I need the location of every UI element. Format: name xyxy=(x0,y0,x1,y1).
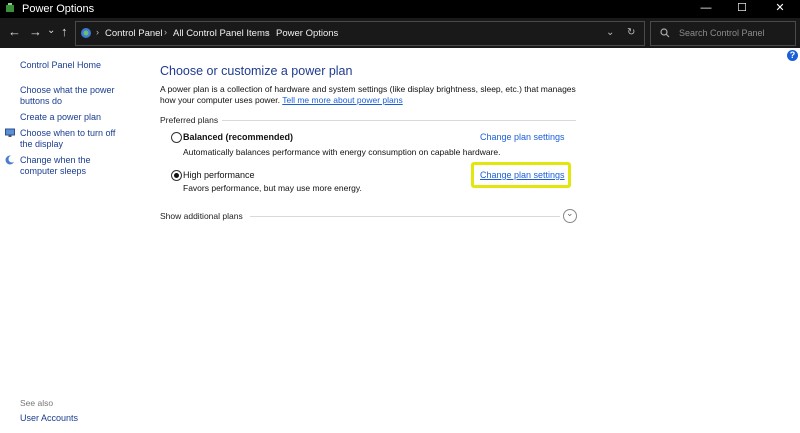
see-also-label: See also xyxy=(20,398,54,408)
computer-sleeps-link[interactable]: Change when the computer sleeps xyxy=(20,155,130,177)
power-buttons-link[interactable]: Choose what the power buttons do xyxy=(20,85,120,107)
breadcrumb-power-options[interactable]: Power Options xyxy=(276,28,338,39)
up-button[interactable]: ↑ xyxy=(61,24,68,39)
title-bar: Power Options — ☐ ✕ xyxy=(0,0,800,18)
high-performance-radio[interactable] xyxy=(171,170,182,181)
balanced-radio[interactable] xyxy=(171,132,182,143)
control-panel-home-link[interactable]: Control Panel Home xyxy=(20,60,101,71)
page-description: A power plan is a collection of hardware… xyxy=(160,84,590,105)
address-bar[interactable]: › Control Panel › All Control Panel Item… xyxy=(75,21,645,46)
high-performance-plan-description: Favors performance, but may use more ene… xyxy=(183,183,362,193)
page-title: Choose or customize a power plan xyxy=(160,64,353,78)
divider xyxy=(222,120,576,121)
turn-off-display-link[interactable]: Choose when to turn off the display xyxy=(20,128,130,150)
balanced-change-settings-link[interactable]: Change plan settings xyxy=(480,132,565,142)
address-dropdown-button[interactable]: ⌄ xyxy=(606,27,614,38)
user-accounts-link[interactable]: User Accounts xyxy=(20,413,78,424)
breadcrumb-separator: › xyxy=(164,27,167,37)
preferred-plans-label: Preferred plans xyxy=(160,115,219,125)
recent-locations-button[interactable]: ⌄ xyxy=(47,25,55,36)
breadcrumb-control-panel[interactable]: Control Panel xyxy=(105,28,163,39)
forward-button[interactable]: → xyxy=(29,24,42,39)
search-icon xyxy=(660,28,670,38)
sleep-moon-icon xyxy=(5,155,15,165)
search-input[interactable]: Search Control Panel xyxy=(650,21,796,46)
expand-plans-button[interactable]: ⌄ xyxy=(563,208,577,223)
window-title: Power Options xyxy=(22,3,95,15)
balanced-plan-description: Automatically balances performance with … xyxy=(183,147,501,157)
create-power-plan-link[interactable]: Create a power plan xyxy=(20,112,101,123)
back-button[interactable]: ← xyxy=(8,24,21,39)
chevron-down-icon: ⌄ xyxy=(566,208,574,218)
breadcrumb-separator: › xyxy=(266,27,269,37)
high-performance-plan-name[interactable]: High performance xyxy=(183,170,255,180)
breadcrumb-separator: › xyxy=(96,27,99,37)
high-performance-change-settings-link[interactable]: Change plan settings xyxy=(480,170,565,180)
control-panel-icon xyxy=(81,28,91,38)
balanced-plan-name[interactable]: Balanced (recommended) xyxy=(183,132,293,142)
power-options-icon xyxy=(6,3,14,12)
maximize-button[interactable]: ☐ xyxy=(724,0,760,18)
help-icon[interactable]: ? xyxy=(787,50,798,61)
show-additional-plans-label[interactable]: Show additional plans xyxy=(160,211,243,221)
breadcrumb-all-items[interactable]: All Control Panel Items xyxy=(173,28,270,39)
address-toolbar: ← → ⌄ ↑ › Control Panel › All Control Pa… xyxy=(0,18,800,48)
search-placeholder: Search Control Panel xyxy=(679,28,765,38)
divider xyxy=(250,216,560,217)
minimize-button[interactable]: — xyxy=(688,0,724,18)
display-icon xyxy=(5,128,15,137)
tell-me-more-link[interactable]: Tell me more about power plans xyxy=(282,95,402,105)
close-button[interactable]: ✕ xyxy=(762,0,798,18)
refresh-button[interactable]: ↻ xyxy=(627,27,635,38)
